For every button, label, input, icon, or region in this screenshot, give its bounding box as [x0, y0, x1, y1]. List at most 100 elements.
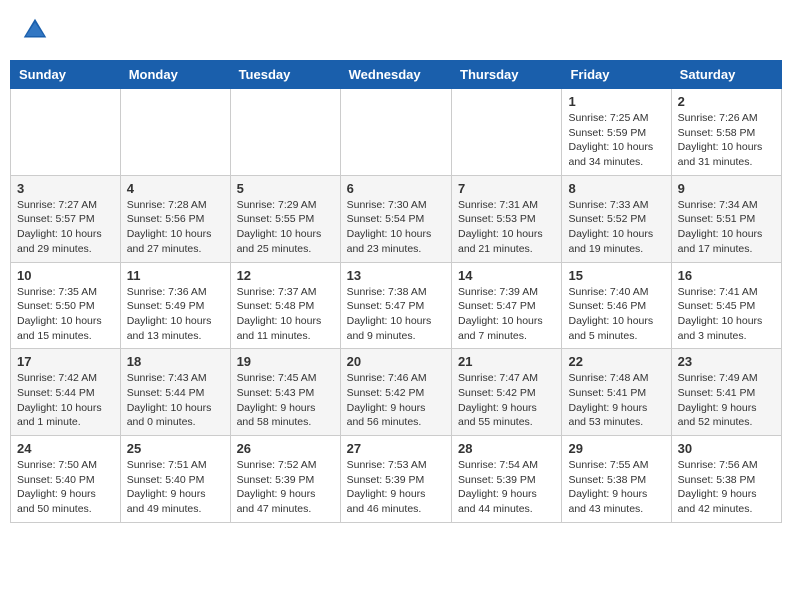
calendar-cell: 22 Sunrise: 7:48 AM Sunset: 5:41 PM Dayli…	[562, 349, 671, 436]
day-info: Sunrise: 7:39 AM Sunset: 5:47 PM Dayligh…	[458, 285, 555, 344]
day-number: 13	[347, 268, 445, 283]
day-info: Sunrise: 7:54 AM Sunset: 5:39 PM Dayligh…	[458, 458, 555, 517]
day-info: Sunrise: 7:46 AM Sunset: 5:42 PM Dayligh…	[347, 371, 445, 430]
day-number: 3	[17, 181, 114, 196]
day-number: 24	[17, 441, 114, 456]
logo-icon	[20, 15, 50, 45]
day-number: 21	[458, 354, 555, 369]
day-number: 4	[127, 181, 224, 196]
calendar-cell: 26Sunrise: 7:52 AM Sunset: 5:39 PM Dayli…	[230, 436, 340, 523]
day-info: Sunrise: 7:27 AM Sunset: 5:57 PM Dayligh…	[17, 198, 114, 257]
weekday-header-monday: Monday	[120, 61, 230, 89]
calendar-cell: 30 Sunrise: 7:56 AM Sunset: 5:38 PM Dayli…	[671, 436, 781, 523]
day-number: 29	[568, 441, 664, 456]
calendar-cell: 20 Sunrise: 7:46 AM Sunset: 5:42 PM Dayli…	[340, 349, 451, 436]
calendar-cell: 11 Sunrise: 7:36 AM Sunset: 5:49 PM Dayli…	[120, 262, 230, 349]
calendar-cell: 18Sunrise: 7:43 AM Sunset: 5:44 PM Dayli…	[120, 349, 230, 436]
day-info: Sunrise: 7:51 AM Sunset: 5:40 PM Dayligh…	[127, 458, 224, 517]
week-row-5: 24 Sunrise: 7:50 AM Sunset: 5:40 PM Dayli…	[11, 436, 782, 523]
day-number: 8	[568, 181, 664, 196]
day-info: Sunrise: 7:49 AM Sunset: 5:41 PM Dayligh…	[678, 371, 775, 430]
calendar-cell: 24 Sunrise: 7:50 AM Sunset: 5:40 PM Dayli…	[11, 436, 121, 523]
day-info: Sunrise: 7:36 AM Sunset: 5:49 PM Dayligh…	[127, 285, 224, 344]
day-info: Sunrise: 7:31 AM Sunset: 5:53 PM Dayligh…	[458, 198, 555, 257]
day-number: 27	[347, 441, 445, 456]
day-number: 5	[237, 181, 334, 196]
calendar-cell	[340, 89, 451, 176]
weekday-header-saturday: Saturday	[671, 61, 781, 89]
day-number: 7	[458, 181, 555, 196]
calendar-cell: 14 Sunrise: 7:39 AM Sunset: 5:47 PM Dayli…	[452, 262, 562, 349]
day-number: 23	[678, 354, 775, 369]
calendar-cell: 8 Sunrise: 7:33 AM Sunset: 5:52 PM Daylig…	[562, 175, 671, 262]
day-info: Sunrise: 7:37 AM Sunset: 5:48 PM Dayligh…	[237, 285, 334, 344]
day-info: Sunrise: 7:50 AM Sunset: 5:40 PM Dayligh…	[17, 458, 114, 517]
week-row-2: 3 Sunrise: 7:27 AM Sunset: 5:57 PM Daylig…	[11, 175, 782, 262]
page-header	[10, 10, 782, 50]
calendar-cell: 21 Sunrise: 7:47 AM Sunset: 5:42 PM Dayli…	[452, 349, 562, 436]
day-number: 11	[127, 268, 224, 283]
day-number: 9	[678, 181, 775, 196]
day-info: Sunrise: 7:40 AM Sunset: 5:46 PM Dayligh…	[568, 285, 664, 344]
day-info: Sunrise: 7:48 AM Sunset: 5:41 PM Dayligh…	[568, 371, 664, 430]
calendar-cell: 1Sunrise: 7:25 AM Sunset: 5:59 PM Daylig…	[562, 89, 671, 176]
calendar-cell	[230, 89, 340, 176]
calendar-cell: 16Sunrise: 7:41 AM Sunset: 5:45 PM Dayli…	[671, 262, 781, 349]
day-info: Sunrise: 7:30 AM Sunset: 5:54 PM Dayligh…	[347, 198, 445, 257]
day-number: 28	[458, 441, 555, 456]
day-number: 12	[237, 268, 334, 283]
weekday-header-thursday: Thursday	[452, 61, 562, 89]
day-info: Sunrise: 7:47 AM Sunset: 5:42 PM Dayligh…	[458, 371, 555, 430]
calendar-cell: 3 Sunrise: 7:27 AM Sunset: 5:57 PM Daylig…	[11, 175, 121, 262]
day-info: Sunrise: 7:29 AM Sunset: 5:55 PM Dayligh…	[237, 198, 334, 257]
day-info: Sunrise: 7:26 AM Sunset: 5:58 PM Dayligh…	[678, 111, 775, 170]
logo	[20, 15, 53, 45]
day-number: 14	[458, 268, 555, 283]
day-number: 22	[568, 354, 664, 369]
calendar-cell: 23 Sunrise: 7:49 AM Sunset: 5:41 PM Dayli…	[671, 349, 781, 436]
day-number: 6	[347, 181, 445, 196]
calendar-cell: 4 Sunrise: 7:28 AM Sunset: 5:56 PM Daylig…	[120, 175, 230, 262]
day-number: 10	[17, 268, 114, 283]
week-row-3: 10 Sunrise: 7:35 AM Sunset: 5:50 PM Dayli…	[11, 262, 782, 349]
day-info: Sunrise: 7:43 AM Sunset: 5:44 PM Dayligh…	[127, 371, 224, 430]
day-info: Sunrise: 7:55 AM Sunset: 5:38 PM Dayligh…	[568, 458, 664, 517]
day-number: 19	[237, 354, 334, 369]
day-info: Sunrise: 7:38 AM Sunset: 5:47 PM Dayligh…	[347, 285, 445, 344]
calendar-cell: 13 Sunrise: 7:38 AM Sunset: 5:47 PM Dayli…	[340, 262, 451, 349]
calendar-cell: 17 Sunrise: 7:42 AM Sunset: 5:44 PM Dayli…	[11, 349, 121, 436]
day-number: 30	[678, 441, 775, 456]
calendar-cell: 28 Sunrise: 7:54 AM Sunset: 5:39 PM Dayli…	[452, 436, 562, 523]
day-number: 2	[678, 94, 775, 109]
calendar-cell: 27 Sunrise: 7:53 AM Sunset: 5:39 PM Dayli…	[340, 436, 451, 523]
day-info: Sunrise: 7:35 AM Sunset: 5:50 PM Dayligh…	[17, 285, 114, 344]
weekday-header-wednesday: Wednesday	[340, 61, 451, 89]
day-info: Sunrise: 7:34 AM Sunset: 5:51 PM Dayligh…	[678, 198, 775, 257]
calendar-cell: 29 Sunrise: 7:55 AM Sunset: 5:38 PM Dayli…	[562, 436, 671, 523]
calendar-cell: 5 Sunrise: 7:29 AM Sunset: 5:55 PM Daylig…	[230, 175, 340, 262]
day-number: 17	[17, 354, 114, 369]
calendar-cell	[120, 89, 230, 176]
day-number: 1	[568, 94, 664, 109]
calendar-cell: 7 Sunrise: 7:31 AM Sunset: 5:53 PM Daylig…	[452, 175, 562, 262]
day-number: 25	[127, 441, 224, 456]
day-info: Sunrise: 7:42 AM Sunset: 5:44 PM Dayligh…	[17, 371, 114, 430]
day-info: Sunrise: 7:56 AM Sunset: 5:38 PM Dayligh…	[678, 458, 775, 517]
day-number: 26	[237, 441, 334, 456]
week-row-4: 17 Sunrise: 7:42 AM Sunset: 5:44 PM Dayli…	[11, 349, 782, 436]
calendar-cell: 9 Sunrise: 7:34 AM Sunset: 5:51 PM Daylig…	[671, 175, 781, 262]
calendar-cell: 12 Sunrise: 7:37 AM Sunset: 5:48 PM Dayli…	[230, 262, 340, 349]
day-number: 15	[568, 268, 664, 283]
day-number: 20	[347, 354, 445, 369]
day-number: 16	[678, 268, 775, 283]
day-info: Sunrise: 7:28 AM Sunset: 5:56 PM Dayligh…	[127, 198, 224, 257]
day-info: Sunrise: 7:45 AM Sunset: 5:43 PM Dayligh…	[237, 371, 334, 430]
calendar-cell: 25 Sunrise: 7:51 AM Sunset: 5:40 PM Dayli…	[120, 436, 230, 523]
calendar-cell: 15 Sunrise: 7:40 AM Sunset: 5:46 PM Dayli…	[562, 262, 671, 349]
day-info: Sunrise: 7:53 AM Sunset: 5:39 PM Dayligh…	[347, 458, 445, 517]
calendar-cell	[452, 89, 562, 176]
calendar-cell: 10 Sunrise: 7:35 AM Sunset: 5:50 PM Dayli…	[11, 262, 121, 349]
weekday-header-friday: Friday	[562, 61, 671, 89]
day-info: Sunrise: 7:33 AM Sunset: 5:52 PM Dayligh…	[568, 198, 664, 257]
calendar-cell: 19 Sunrise: 7:45 AM Sunset: 5:43 PM Dayli…	[230, 349, 340, 436]
